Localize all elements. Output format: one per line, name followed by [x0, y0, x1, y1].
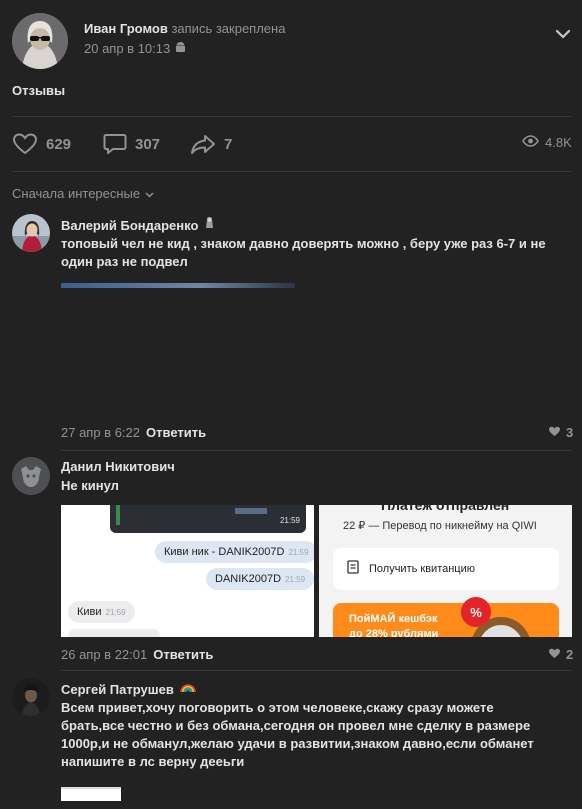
post-divider-bottom [12, 171, 572, 172]
comment-text: Всем привет,хочу поговорить о этом челов… [61, 699, 571, 771]
comment-text-line: напишите в лс верну дееьги [61, 754, 245, 769]
reply-button[interactable]: Ответить [153, 647, 213, 662]
comment-text-line: топовый чел не кид , знаком давно доверя… [61, 236, 546, 251]
heart-icon [548, 425, 561, 440]
promo-line: до 28% рублями [349, 628, 439, 637]
heart-icon [548, 647, 561, 662]
comment-attachment-image[interactable]: Платеж отправлен 22 ₽ — Перевод по никне… [319, 505, 572, 637]
comment-text: Не кинул [61, 478, 119, 493]
comments-sort-dropdown[interactable]: Сначала интересные [12, 186, 154, 201]
post-author-avatar[interactable] [12, 13, 68, 69]
post-date[interactable]: 20 апр в 10:13 [84, 41, 170, 56]
comment-like-button[interactable]: 2 [548, 647, 573, 662]
comment-like-count: 2 [566, 647, 574, 662]
comment-text-line: Всем привет,хочу поговорить о этом челов… [61, 700, 494, 715]
comment-date[interactable]: 27 апр в 6:22 [61, 425, 140, 440]
comment-text: топовый чел не кид , знаком давно доверя… [61, 235, 571, 271]
comment-count: 307 [135, 135, 161, 153]
commenter-avatar[interactable] [12, 678, 50, 716]
promo-line: ПойМАЙ кешбэк [349, 613, 438, 625]
comment-text-line: 1000р,и не обманул,желаю удачи в развити… [61, 736, 534, 751]
heart-icon [12, 133, 38, 155]
pinned-label: запись закреплена [171, 21, 286, 36]
views-counter: 4.8K [522, 135, 572, 150]
sort-label: Сначала интересные [12, 186, 141, 201]
android-icon [175, 41, 186, 56]
share-count: 7 [224, 135, 233, 153]
promo-badge: % [461, 597, 491, 627]
comment-attachment-image[interactable] [61, 283, 295, 288]
comment-like-count: 3 [566, 425, 574, 440]
comment-text-line: брать,все честно и без обмана,сегодня он… [61, 718, 531, 733]
reply-button[interactable]: Ответить [146, 425, 206, 440]
comment-author-name[interactable]: Данил Никитович [61, 459, 175, 474]
chat-message: DANIK2007D 21:59 [206, 568, 314, 590]
chevron-down-icon [145, 186, 154, 201]
comment-button[interactable]: 307 [103, 133, 160, 155]
share-button[interactable]: 7 [190, 133, 232, 155]
comment-divider [61, 450, 572, 451]
receipt-header: Платеж отправлен [381, 505, 510, 513]
eye-icon [522, 135, 539, 150]
post-author-name[interactable]: Иван Громов [84, 21, 168, 36]
comment-like-button[interactable]: 3 [548, 425, 573, 440]
receipt-button-label: Получить квитанцию [369, 563, 476, 575]
commenter-avatar[interactable] [12, 457, 50, 495]
like-count: 629 [46, 135, 72, 153]
receipt-icon [347, 559, 359, 579]
post-divider-top [12, 116, 572, 117]
emoji-icon [204, 216, 215, 234]
chat-message: Киви ник - DANIK2007D 21:59 [155, 541, 314, 563]
rainbow-emoji-icon [180, 680, 196, 698]
comment-date[interactable]: 26 апр в 22:01 [61, 647, 147, 662]
comment-divider [61, 670, 572, 671]
comment-text-line: один раз не подвел [61, 254, 188, 269]
comment-attachment-image[interactable]: 21:59 Киви ник - DANIK2007D 21:59 DANIK20… [61, 505, 314, 637]
share-arrow-icon [190, 133, 216, 155]
comment-icon [103, 133, 127, 155]
views-count: 4.8K [545, 135, 572, 150]
like-button[interactable]: 629 [12, 133, 71, 155]
chat-message: Киви 21:59 [68, 601, 135, 623]
comment-attachment-image[interactable] [61, 787, 121, 801]
comment-author-name[interactable]: Сергей Патрушев [61, 682, 174, 697]
comment-author-name[interactable]: Валерий Бондаренко [61, 218, 198, 233]
receipt-transfer: 22 ₽ — Перевод по никнейму на QIWI [343, 520, 537, 532]
post-menu-chevron-icon[interactable] [555, 26, 571, 44]
chat-time: 21:59 [279, 516, 300, 525]
post-text: Отзывы [12, 83, 66, 98]
commenter-avatar[interactable] [12, 214, 50, 252]
